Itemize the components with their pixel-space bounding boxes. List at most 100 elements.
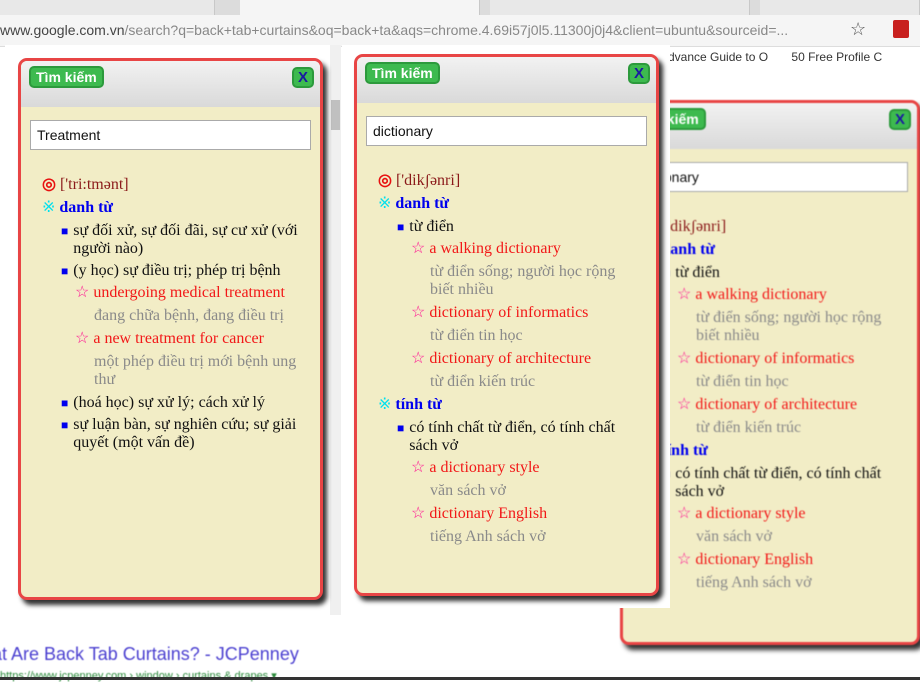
sense-item: ■từ điển <box>644 264 898 282</box>
phonetic: ◎ ['tri:tmənt] <box>42 176 301 194</box>
example-translation: tiếng Anh sách vở <box>430 528 546 545</box>
star-icon: ☆ <box>677 396 692 413</box>
star-icon: ☆ <box>677 551 692 568</box>
phonetic-icon: ◎ <box>378 172 392 189</box>
example: ☆ a walking dictionary <box>644 286 898 304</box>
example-text: dictionary English <box>695 551 814 568</box>
example-text: dictionary of architecture <box>695 396 858 413</box>
pos-label: tính từ <box>395 396 442 413</box>
example-text: dictionary of informatics <box>429 304 589 321</box>
browser-tab[interactable] <box>490 0 750 15</box>
bookmark-star-icon[interactable]: ☆ <box>850 19 866 40</box>
definition-content: ◎ ['dikʃənri]※ danh từ■từ điển☆a walking… <box>632 192 908 592</box>
example-text: undergoing medical treatment <box>93 284 285 301</box>
part-of-speech: ※ tính từ <box>644 442 898 460</box>
sense-text: (hoá học) sự xử lý; cách xử lý <box>73 394 265 411</box>
url-host: www.google.com.vn <box>0 22 125 38</box>
popup-header: Tìm kiếm X <box>21 61 320 107</box>
example-text: dictionary English <box>429 505 548 522</box>
definition-content: ◎ ['tri:tmənt] ※ danh từ ■ sự đối xử, sự đố… <box>30 150 311 452</box>
example-text: dictionary of informatics <box>695 350 855 367</box>
example-text: a dictionary style <box>695 505 806 522</box>
example-translation: từ điển tin học <box>696 373 789 390</box>
example-translation: văn sách vở <box>696 528 772 545</box>
popup-body: ◎ ['dikʃənri]※ danh từ■từ điển☆a walking… <box>357 103 656 546</box>
phonetic: ◎ ['dikʃənri] <box>378 172 637 190</box>
example-translation: từ điển kiến trúc <box>696 419 802 436</box>
scrollbar[interactable] <box>330 45 341 615</box>
phonetic-text: ['tri:tmənt] <box>59 176 129 193</box>
example-translation: một phép điều trị mới bệnh ung thư <box>94 353 297 388</box>
bookmark-item[interactable]: 50 Free Profile C <box>791 50 882 64</box>
example-text: dictionary of architecture <box>429 350 592 367</box>
example-text: a new treatment for cancer <box>93 330 264 347</box>
star-icon: ☆ <box>411 505 426 522</box>
asterisk-icon: ※ <box>42 199 56 216</box>
example-text: a walking dictionary <box>695 286 827 303</box>
bookmark-item[interactable]: Advance Guide to O <box>660 50 768 64</box>
search-result-title[interactable]: at Are Back Tab Curtains? - JCPenney <box>0 644 299 665</box>
browser-tab[interactable] <box>760 0 920 15</box>
tab-bar <box>0 0 920 15</box>
example-translation: từ điển kiến trúc <box>430 373 536 390</box>
dictionary-popup-middle: Tìm kiếm X ◎ ['dikʃənri] ※ danh từ ■từ điển ☆… <box>354 54 659 596</box>
popup-header: Tìm kiếm X <box>357 57 656 103</box>
example: ☆ a walking dictionary <box>378 240 637 258</box>
bookmarks-bar: Advance Guide to O 50 Free Profile C <box>660 50 902 64</box>
popup-body: ◎ ['tri:tmənt] ※ danh từ ■sự đối xử, sự đố… <box>21 107 320 452</box>
search-input[interactable] <box>366 116 647 146</box>
part-of-speech: ※ tính từ <box>378 396 637 414</box>
star-icon: ☆ <box>677 505 692 522</box>
asterisk-icon: ※ <box>378 195 392 212</box>
sense-text: có tính chất từ điển, có tính chất sách … <box>409 419 616 454</box>
url-text[interactable]: www.google.com.vn/search?q=back+tab+curt… <box>0 22 788 38</box>
part-of-speech: ※ danh từ <box>378 195 637 213</box>
example-translation: từ điển tin học <box>430 327 523 344</box>
sense-item: ■ (hoá học) sự xử lý; cách xử lý <box>42 394 301 412</box>
search-result-url[interactable]: https://www.jcpenney.com › window › curt… <box>0 669 277 682</box>
example-translation: tiếng Anh sách vở <box>696 574 812 591</box>
sense-text: (y học) sự điều trị; phép trị bệnh <box>73 262 281 279</box>
sense-item: ■ sự đối xử, sự đối đãi, sự cư xử (với ng… <box>42 222 301 258</box>
example: ☆ undergoing medical treatment <box>42 284 301 302</box>
search-button[interactable]: Tìm kiếm <box>29 66 104 88</box>
search-input[interactable] <box>632 162 908 192</box>
phonetic-text: ['dikʃənri] <box>395 172 461 189</box>
sense-item: ■ (y học) sự điều trị; phép trị bệnh <box>42 262 301 280</box>
star-icon: ☆ <box>75 284 90 301</box>
star-icon: ☆ <box>75 330 90 347</box>
browser-tab[interactable] <box>0 0 215 15</box>
sense-item: ■ sự luận bàn, sự nghiên cứu; sự giải quy… <box>42 416 301 452</box>
example-translation: đang chữa bệnh, đang điều trị <box>94 307 284 324</box>
sense-text: từ điển <box>675 264 720 281</box>
star-icon: ☆ <box>411 304 426 321</box>
search-input[interactable] <box>30 120 311 150</box>
close-button[interactable]: X <box>291 67 314 88</box>
scrollbar-thumb[interactable] <box>331 100 340 130</box>
phonetic-text: ['dikʃənri] <box>661 218 727 235</box>
phonetic: ◎ ['dikʃənri] <box>644 218 898 236</box>
example: ☆ dictionary of architecture <box>378 350 637 368</box>
example: ☆ dictionary of informatics <box>644 350 898 368</box>
sense-text: sự luận bàn, sự nghiên cứu; sự giải quyế… <box>73 416 297 451</box>
definition-content: ◎ ['dikʃənri]※ danh từ■từ điển☆a walking… <box>366 146 647 546</box>
sense-item: ■từ điển <box>378 218 637 236</box>
dictionary-popup-left: Tìm kiếm X ◎ ['tri:tmənt] ※ danh từ ■sự đối … <box>18 58 323 600</box>
sense-text: có tính chất từ điển, có tính chất sách … <box>675 465 882 500</box>
url-path: /search?q=back+tab+curtains&oq=back+ta&a… <box>124 22 789 38</box>
browser-tab-active[interactable] <box>240 0 480 15</box>
sense-item: ■có tính chất từ điển, có tính chất sách… <box>644 465 898 501</box>
address-bar[interactable]: www.google.com.vn/search?q=back+tab+curt… <box>0 15 920 47</box>
sense-item: ■có tính chất từ điển, có tính chất sách… <box>378 419 637 455</box>
example-text: a walking dictionary <box>429 240 561 257</box>
star-icon: ☆ <box>411 350 426 367</box>
extension-icon[interactable] <box>893 20 909 38</box>
example: ☆ a dictionary style <box>378 459 637 477</box>
close-button[interactable]: X <box>888 109 911 130</box>
part-of-speech: ※ danh từ <box>42 199 301 217</box>
square-bullet-icon: ■ <box>61 264 69 278</box>
close-button[interactable]: X <box>627 63 650 84</box>
example: ☆ dictionary of informatics <box>378 304 637 322</box>
search-button[interactable]: Tìm kiếm <box>365 62 440 84</box>
pos-label: danh từ <box>59 199 114 216</box>
